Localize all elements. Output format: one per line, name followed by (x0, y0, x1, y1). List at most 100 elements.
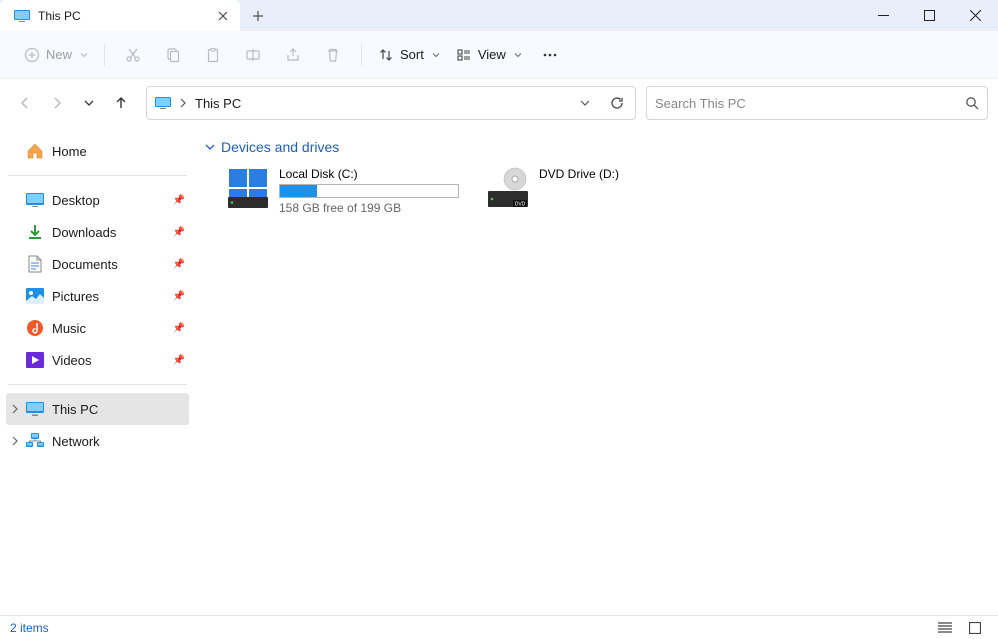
sidebar-item-pictures[interactable]: Pictures 📌 (6, 280, 189, 312)
sidebar-divider (8, 175, 187, 176)
chevron-right-icon[interactable] (8, 402, 22, 416)
share-icon (285, 47, 301, 63)
drive-local-disk-c[interactable]: Local Disk (C:) 158 GB free of 199 GB (223, 163, 463, 219)
search-icon (965, 96, 979, 110)
sidebar-divider (8, 384, 187, 385)
sidebar-item-label: Home (52, 144, 185, 159)
tab-this-pc[interactable]: This PC (0, 0, 240, 31)
sidebar-item-label: Desktop (52, 193, 165, 208)
sidebar-item-label: Downloads (52, 225, 165, 240)
content-pane: Devices and drives Local Disk (C:) (195, 127, 998, 615)
plus-circle-icon (24, 47, 40, 63)
chevron-right-icon[interactable] (179, 98, 187, 108)
videos-icon (26, 351, 44, 369)
view-toggle (932, 618, 988, 638)
cut-button[interactable] (115, 39, 151, 71)
new-tab-button[interactable] (240, 0, 276, 31)
pin-icon: 📌 (173, 259, 185, 270)
downloads-icon (26, 223, 44, 241)
breadcrumb-this-pc[interactable]: This PC (195, 96, 241, 111)
pin-icon: 📌 (173, 195, 185, 206)
close-window-button[interactable] (952, 0, 998, 31)
sidebar-item-desktop[interactable]: Desktop 📌 (6, 184, 189, 216)
rename-button[interactable] (235, 39, 271, 71)
desktop-icon (26, 191, 44, 209)
dvd-drive-icon: DVD (487, 167, 529, 209)
sidebar-item-documents[interactable]: Documents 📌 (6, 248, 189, 280)
pin-icon: 📌 (173, 323, 185, 334)
drive-name: Local Disk (C:) (279, 167, 459, 181)
sort-icon (378, 47, 394, 63)
view-button[interactable]: View (450, 39, 528, 71)
pin-icon: 📌 (173, 291, 185, 302)
sidebar-item-this-pc[interactable]: This PC (6, 393, 189, 425)
this-pc-icon (14, 10, 30, 22)
sidebar-item-downloads[interactable]: Downloads 📌 (6, 216, 189, 248)
music-icon (26, 319, 44, 337)
home-icon (26, 142, 44, 160)
documents-icon (26, 255, 44, 273)
drive-dvd-d[interactable]: DVD DVD Drive (D:) (483, 163, 723, 219)
sidebar-item-videos[interactable]: Videos 📌 (6, 344, 189, 376)
refresh-button[interactable] (605, 91, 629, 115)
search-input[interactable] (655, 96, 957, 111)
up-button[interactable] (106, 88, 136, 118)
sidebar-item-label: Videos (52, 353, 165, 368)
address-bar[interactable]: This PC (146, 86, 636, 120)
trash-icon (325, 47, 341, 63)
status-item-count: 2 items (10, 621, 49, 635)
maximize-button[interactable] (906, 0, 952, 31)
sidebar-item-label: Pictures (52, 289, 165, 304)
sidebar-item-label: Documents (52, 257, 165, 272)
capacity-bar (279, 184, 459, 198)
sidebar-item-label: Music (52, 321, 165, 336)
sidebar-item-network[interactable]: Network (6, 425, 189, 457)
local-disk-icon (227, 167, 269, 209)
ellipsis-icon (542, 47, 558, 63)
details-view-button[interactable] (932, 618, 958, 638)
back-button[interactable] (10, 88, 40, 118)
forward-button[interactable] (42, 88, 72, 118)
sidebar: Home Desktop 📌 Downloads 📌 Documents 📌 (0, 127, 195, 615)
title-bar: This PC (0, 0, 998, 31)
chevron-down-icon (205, 142, 215, 152)
toolbar: New Sort (0, 31, 998, 79)
minimize-button[interactable] (860, 0, 906, 31)
status-bar: 2 items (0, 615, 998, 639)
recent-locations-button[interactable] (74, 88, 104, 118)
large-icons-view-button[interactable] (962, 618, 988, 638)
rename-icon (245, 47, 261, 63)
address-row: This PC (0, 79, 998, 127)
group-header-devices[interactable]: Devices and drives (205, 135, 988, 163)
sidebar-item-label: Network (52, 434, 185, 449)
view-label: View (478, 47, 506, 62)
chevron-down-icon (80, 51, 88, 59)
this-pc-icon (26, 400, 44, 418)
delete-button[interactable] (315, 39, 351, 71)
new-button[interactable]: New (18, 39, 94, 71)
paste-button[interactable] (195, 39, 231, 71)
address-dropdown-button[interactable] (573, 91, 597, 115)
share-button[interactable] (275, 39, 311, 71)
search-box[interactable] (646, 86, 988, 120)
copy-button[interactable] (155, 39, 191, 71)
more-button[interactable] (532, 39, 568, 71)
chevron-right-icon[interactable] (8, 434, 22, 448)
chevron-down-icon (514, 51, 522, 59)
sort-button[interactable]: Sort (372, 39, 446, 71)
tab-title: This PC (38, 9, 208, 23)
sidebar-item-home[interactable]: Home (6, 135, 189, 167)
tab-close-button[interactable] (216, 9, 230, 23)
this-pc-icon (155, 97, 171, 109)
scissors-icon (125, 47, 141, 63)
drive-free-text: 158 GB free of 199 GB (279, 201, 459, 215)
sort-label: Sort (400, 47, 424, 62)
sidebar-item-music[interactable]: Music 📌 (6, 312, 189, 344)
chevron-down-icon (432, 51, 440, 59)
group-title: Devices and drives (221, 139, 339, 155)
network-icon (26, 432, 44, 450)
pin-icon: 📌 (173, 227, 185, 238)
toolbar-separator (361, 44, 362, 66)
window-controls (860, 0, 998, 31)
sidebar-item-label: This PC (52, 402, 185, 417)
